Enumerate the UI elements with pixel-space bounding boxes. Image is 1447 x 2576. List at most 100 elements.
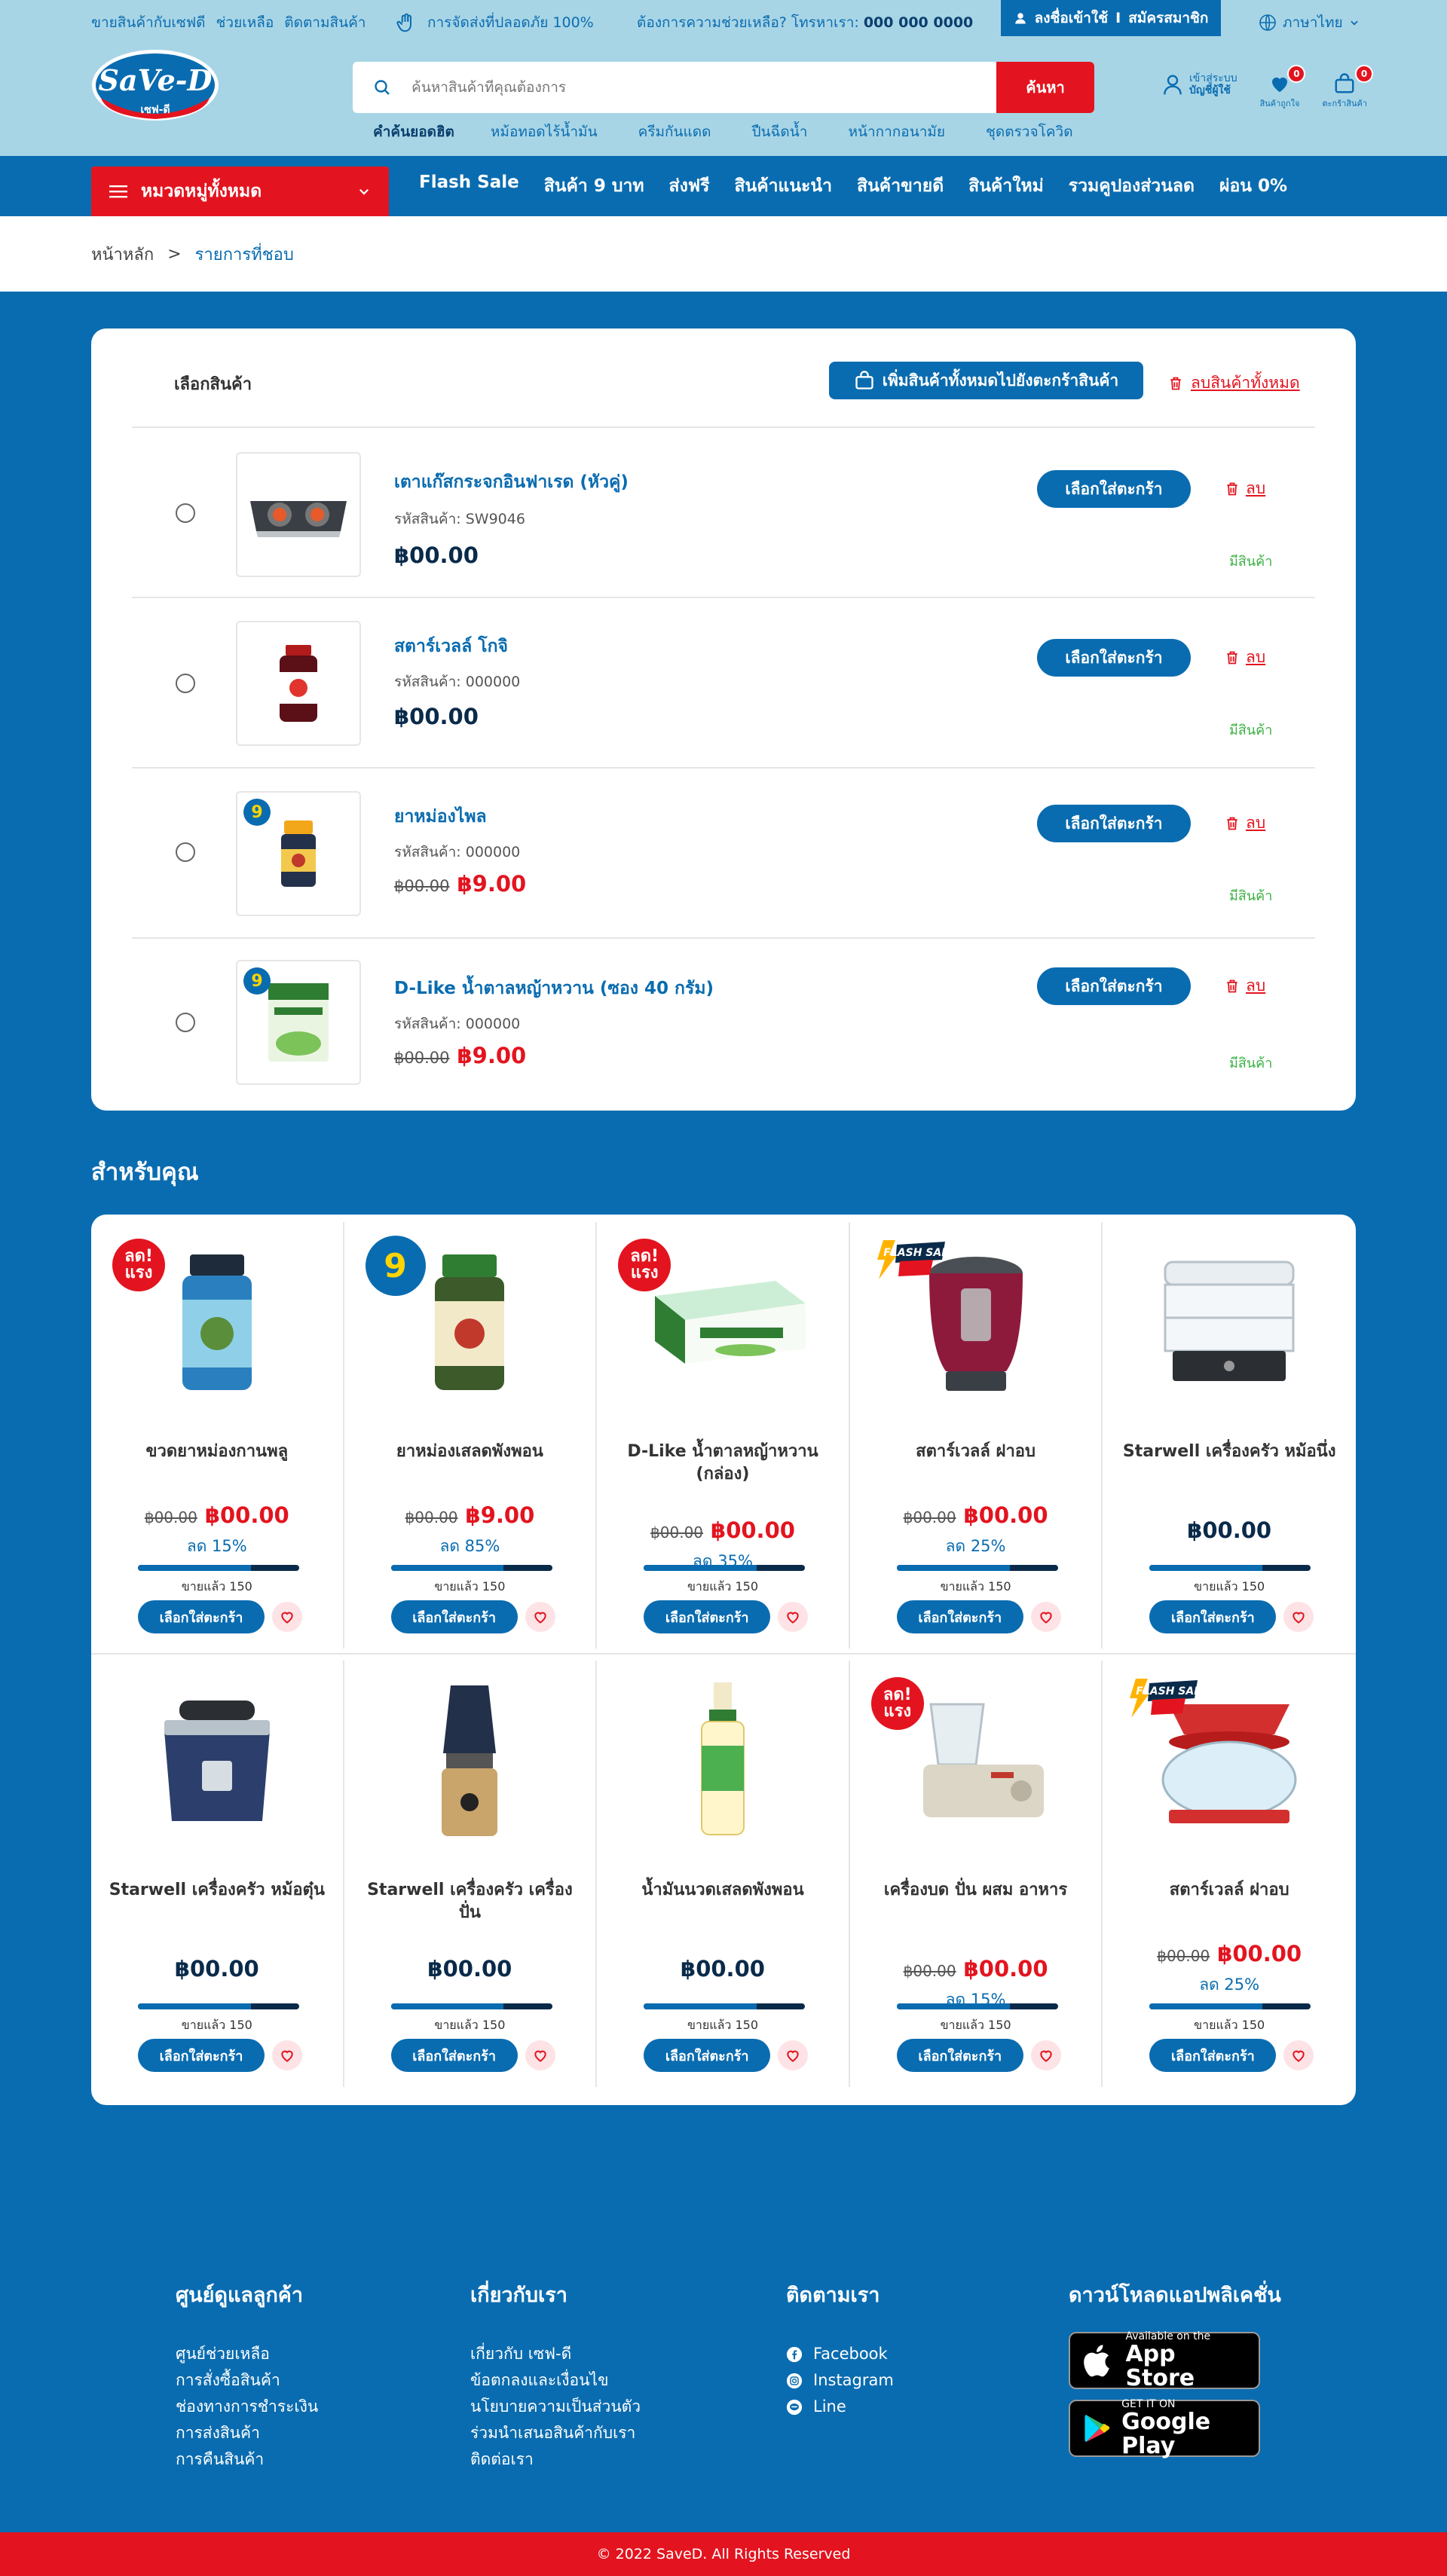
add-to-cart-button[interactable]: เลือกใส่ตะกร้า [644,1600,771,1633]
delete-all-button[interactable]: ลบสินค้าทั้งหมด [1168,371,1300,396]
wishlist-toggle[interactable] [778,1602,809,1632]
login-link[interactable]: ลงชื่อเข้าใช้ [1035,7,1109,29]
product-name[interactable]: D-Like น้ำตาลหญ้าหวาน (ซอง 40 กรัม) [394,975,714,1002]
delete-button[interactable]: ลบ [1225,811,1265,836]
wishlist-toggle[interactable] [525,2040,555,2070]
cart-link[interactable]: 0 ตะกร้าสินค้า [1322,65,1374,110]
footer-link[interactable]: การสั่งซื้อสินค้า [176,2367,318,2394]
add-to-cart-button[interactable]: เลือกใส่ตะกร้า [1149,2039,1277,2072]
product-name[interactable]: ขวดยาหม่องกานพลู [106,1441,328,1463]
add-to-cart-button[interactable]: เลือกใส่ตะกร้า [1037,470,1191,508]
footer-link[interactable]: ร่วมนำเสนอสินค้ากับเรา [470,2420,641,2446]
wishlist-toggle[interactable] [1283,1602,1314,1632]
product-image[interactable] [379,1674,560,1847]
add-to-cart-button[interactable]: เลือกใส่ตะกร้า [390,1600,518,1633]
product-image[interactable] [1139,1236,1320,1409]
savedee-logo[interactable]: SaVe-D เซฟ-ดี [90,48,220,122]
add-to-cart-button[interactable]: เลือกใส่ตะกร้า [896,1600,1023,1633]
footer-link[interactable]: การส่งสินค้า [176,2420,318,2446]
product-name[interactable]: ยาหม่องไพล [394,803,487,830]
footer-link[interactable]: เกี่ยวกับ เซฟ-ดี [470,2341,641,2367]
add-to-cart-button[interactable]: เลือกใส่ตะกร้า [896,2039,1023,2072]
delete-button[interactable]: ลบ [1225,645,1265,670]
nav-best-sellers[interactable]: สินค้าขายดี [857,173,944,200]
product-name[interactable]: สตาร์เวลล์ ฝาอบ [865,1441,1087,1463]
add-all-to-cart-button[interactable]: เพิ่มสินค้าทั้งหมดไปยังตะกร้าสินค้า [829,362,1143,399]
track-link[interactable]: ติดตามสินค้า [284,11,366,34]
popular-item[interactable]: ชุดตรวจโควิด [986,121,1073,143]
wishlist-toggle[interactable] [1283,2040,1314,2070]
delete-button[interactable]: ลบ [1225,476,1265,501]
product-card[interactable]: ลด! แรง เครื่องบด ปั่น ผสม อาหาร ฿00.00 ฿… [850,1661,1103,2087]
footer-link[interactable]: การคืนสินค้า [176,2446,318,2473]
account-link[interactable]: เข้าสู่ระบบ บัญชีผู้ใช้ [1161,72,1237,96]
footer-link[interactable]: ข้อตกลงและเงื่อนไข [470,2367,641,2394]
nav-recommended[interactable]: สินค้าแนะนำ [734,173,832,200]
all-categories-button[interactable]: หมวดหมู่ทั้งหมด [91,167,389,216]
wishlist-toggle[interactable] [1030,2040,1061,2070]
popular-item[interactable]: หม้อทอดไร้น้ำมัน [491,121,598,143]
footer-link[interactable]: ช่องทางการชำระเงิน [176,2394,318,2420]
nav-installment[interactable]: ผ่อน 0% [1219,173,1287,200]
product-card[interactable]: Starwell เครื่องครัว หม้อตุ๋น ฿00.00 ขาย… [91,1661,344,2087]
product-thumbnail[interactable] [236,621,361,746]
product-name[interactable]: น้ำมันนวดเสลดพังพอน [612,1879,834,1902]
product-name[interactable]: เครื่องบด ปั่น ผสม อาหาร [865,1879,1087,1902]
product-card[interactable]: ลด! แรง ขวดยาหม่องกานพลู ฿00.00 ฿00.00 ลด… [91,1222,344,1649]
nav-flash-sale[interactable]: Flash Sale [419,173,519,200]
nav-coupons[interactable]: รวมคูปองส่วนลด [1069,173,1195,200]
product-name[interactable]: Starwell เครื่องครัว หม้อตุ๋น [106,1879,328,1902]
product-card[interactable]: 9 ยาหม่องเสลดพังพอน ฿00.00 ฿9.00 ลด 85% ข… [344,1222,598,1649]
nav-new-products[interactable]: สินค้าใหม่ [968,173,1044,200]
add-to-cart-button[interactable]: เลือกใส่ตะกร้า [1037,967,1191,1005]
breadcrumb-home[interactable]: หน้าหลัก [91,241,154,267]
delete-button[interactable]: ลบ [1225,973,1265,998]
wishlist-toggle[interactable] [272,1602,302,1632]
google-play-button[interactable]: GET IT ON Google Play [1069,2398,1260,2458]
wishlist-toggle[interactable] [272,2040,302,2070]
add-to-cart-button[interactable]: เลือกใส่ตะกร้า [138,2039,265,2072]
footer-link[interactable]: ติดต่อเรา [470,2446,641,2473]
product-thumbnail[interactable] [236,452,361,577]
app-store-button[interactable]: Available on the App Store [1069,2330,1260,2391]
instagram-link[interactable]: Instagram [786,2367,894,2394]
product-thumbnail[interactable]: 9 [236,791,361,916]
product-card[interactable]: Starwell เครื่องครัว เครื่องปั่น ฿00.00 … [344,1661,598,2087]
select-radio[interactable] [176,842,195,862]
wishlist-toggle[interactable] [778,2040,809,2070]
add-to-cart-button[interactable]: เลือกใส่ตะกร้า [1149,1600,1277,1633]
popular-item[interactable]: ครีมกันแดด [638,121,711,143]
nav-free-shipping[interactable]: ส่งฟรี [669,173,710,200]
sell-link[interactable]: ขายสินค้ากับเซฟดี [91,11,206,34]
add-to-cart-button[interactable]: เลือกใส่ตะกร้า [644,2039,771,2072]
product-name[interactable]: D-Like น้ำตาลหญ้าหวาน (กล่อง) [612,1441,834,1486]
add-to-cart-button[interactable]: เลือกใส่ตะกร้า [1037,639,1191,677]
wishlist-toggle[interactable] [1030,1602,1061,1632]
facebook-link[interactable]: Facebook [786,2341,894,2367]
search-input[interactable] [411,79,996,96]
footer-link[interactable]: ศูนย์ช่วยเหลือ [176,2341,318,2367]
product-card[interactable]: ลด! แรง D-Like น้ำตาลหญ้าหวาน (กล่อง) ฿0… [597,1222,850,1649]
select-radio[interactable] [176,674,195,693]
product-name[interactable]: เตาแก๊สกระจกอินฟาเรด (หัวคู่) [394,469,629,496]
popular-item[interactable]: ปืนฉีดน้ำ [751,121,807,143]
product-name[interactable]: ยาหม่องเสลดพังพอน [359,1441,581,1463]
product-card[interactable]: น้ำมันนวดเสลดพังพอน ฿00.00 ขายแล้ว 150 เ… [597,1661,850,2087]
search-button[interactable]: ค้นหา [996,62,1094,113]
language-selector[interactable]: ภาษาไทย [1259,11,1360,34]
product-card[interactable]: FLASH SALE สตาร์เวลล์ ฝาอบ ฿00.00฿00.00 … [850,1222,1103,1649]
select-radio[interactable] [176,1013,195,1032]
wishlist-toggle[interactable] [525,1602,555,1632]
product-name[interactable]: สตาร์เวลล์ โกจิ [394,633,508,660]
product-name[interactable]: Starwell เครื่องครัว หม้อนึ่ง [1118,1441,1341,1463]
select-radio[interactable] [176,503,195,523]
wishlist-link[interactable]: 0 สินค้าถูกใจ [1260,65,1306,110]
add-to-cart-button[interactable]: เลือกใส่ตะกร้า [138,1600,265,1633]
footer-link[interactable]: นโยบายความเป็นส่วนตัว [470,2394,641,2420]
add-to-cart-button[interactable]: เลือกใส่ตะกร้า [390,2039,518,2072]
line-link[interactable]: Line [786,2394,894,2420]
popular-item[interactable]: หน้ากากอนามัย [848,121,945,143]
product-name[interactable]: Starwell เครื่องครัว เครื่องปั่น [359,1879,581,1924]
add-to-cart-button[interactable]: เลือกใส่ตะกร้า [1037,805,1191,842]
help-link[interactable]: ช่วยเหลือ [216,11,274,34]
